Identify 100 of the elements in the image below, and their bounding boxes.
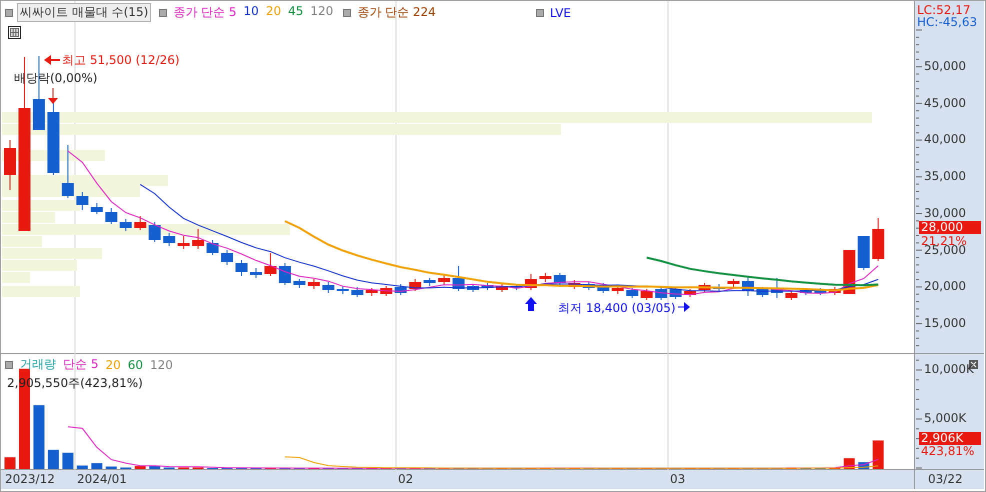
candlestick (828, 286, 841, 296)
legend-label: 거래량 (20, 356, 56, 373)
price-change: 21,21% (921, 234, 967, 248)
axis-tick-label: 20,000 (924, 279, 966, 294)
axis-tick-label: 10,000K (924, 362, 974, 376)
candlestick (698, 282, 711, 292)
candlestick (858, 236, 870, 270)
candlestick (409, 278, 422, 292)
candlestick (148, 222, 161, 242)
legend-label: 종가 단순 224 (357, 4, 436, 21)
legend-label: 120 (310, 4, 334, 20)
candlestick (62, 144, 74, 198)
legend-label: LVE (550, 6, 571, 20)
candlestick (554, 272, 566, 286)
volume-bar (33, 405, 44, 469)
candlestick (814, 288, 826, 296)
candlestick (394, 284, 407, 296)
candlestick (206, 240, 219, 256)
candlestick (728, 278, 740, 290)
candlestick (568, 280, 580, 290)
axis-tick-label: 45,000 (924, 96, 966, 110)
legend-marker-icon (5, 8, 13, 16)
date-label: 03/22 (928, 472, 963, 486)
candlestick (380, 286, 392, 296)
legend-label: 60 (128, 358, 144, 372)
candlestick (192, 228, 204, 250)
candlestick (293, 278, 306, 288)
candlestick (482, 282, 494, 290)
price-annotation: 최고 51,500 (12/26) (62, 52, 180, 69)
candlestick (713, 284, 726, 292)
candlestick (539, 272, 552, 282)
legend-label: 20 (105, 358, 121, 372)
candlestick (800, 288, 812, 296)
right-arrow-icon (678, 302, 690, 312)
legend-marker-icon (159, 8, 168, 16)
candlestick (264, 252, 276, 276)
axis-tick-label: 15,000 (924, 316, 966, 330)
candlestick (90, 202, 103, 214)
candlestick (612, 286, 624, 294)
down-arrow-icon (48, 88, 58, 104)
candlestick (221, 250, 234, 266)
last-volume-tag: 2,906K (919, 432, 981, 445)
candlestick (496, 284, 508, 292)
volume-bar (872, 440, 884, 469)
volume-bar (134, 466, 146, 469)
volume-bar (106, 466, 117, 469)
candlestick (756, 286, 768, 298)
candlestick (366, 288, 378, 296)
candlestick (597, 282, 610, 294)
candlestick (582, 282, 595, 290)
left-arrow-icon (44, 55, 60, 65)
axis-tick-label: 5,000K (924, 410, 966, 425)
candlestick (250, 268, 262, 278)
volume-bar (76, 466, 88, 469)
candlestick (452, 266, 465, 292)
candlestick (785, 290, 798, 300)
candlestick (120, 218, 132, 232)
candlestick (438, 274, 450, 286)
legend-label: 120 (150, 358, 173, 372)
candlestick (336, 286, 349, 294)
hc-value: HC:-45,63 (917, 15, 978, 29)
candlestick (872, 218, 884, 262)
candlestick (351, 286, 364, 298)
candlestick (626, 288, 638, 298)
legend-marker-icon (5, 360, 13, 368)
volume-bar (62, 452, 74, 469)
axis-tick-label: 50,000 (924, 59, 966, 73)
candlestick (163, 232, 176, 246)
legend-label: 10 (244, 4, 259, 20)
legend-label: 단순 5 (63, 356, 98, 373)
candlestick (105, 208, 118, 224)
candlestick (670, 286, 682, 300)
candlestick (322, 282, 334, 294)
candlestick (76, 192, 88, 210)
candlestick (467, 284, 480, 292)
candlestick (640, 288, 653, 300)
legend-marker-icon (343, 8, 352, 16)
legend-label: 20 (266, 4, 282, 20)
legend-marker-icon (536, 8, 544, 16)
axis-tick-label: 35,000 (924, 169, 966, 184)
candlestick (770, 278, 783, 298)
candlestick (4, 140, 16, 190)
candlestick (308, 278, 320, 290)
legend-label: 씨싸이트 매물대 수(15) (20, 4, 148, 21)
last-price-tag: 28,000 (919, 221, 981, 234)
candlestick (236, 260, 248, 276)
table-icon[interactable] (8, 26, 21, 39)
axis-tick-label: 40,000 (924, 132, 966, 146)
date-label: 2024/01 (77, 472, 127, 486)
candlestick (134, 216, 146, 230)
price-annotation: 최저 18,400 (03/05) (558, 300, 676, 317)
legend-label: 종가 단순 5 (173, 4, 237, 21)
volume-bar (4, 457, 16, 469)
up-arrow-icon (525, 297, 537, 311)
volume-bar (149, 466, 160, 469)
candlestick (278, 262, 291, 286)
candlestick (742, 276, 754, 296)
candlestick (178, 236, 190, 250)
volume-change: 423,81% (921, 444, 974, 458)
candlestick (684, 288, 696, 298)
